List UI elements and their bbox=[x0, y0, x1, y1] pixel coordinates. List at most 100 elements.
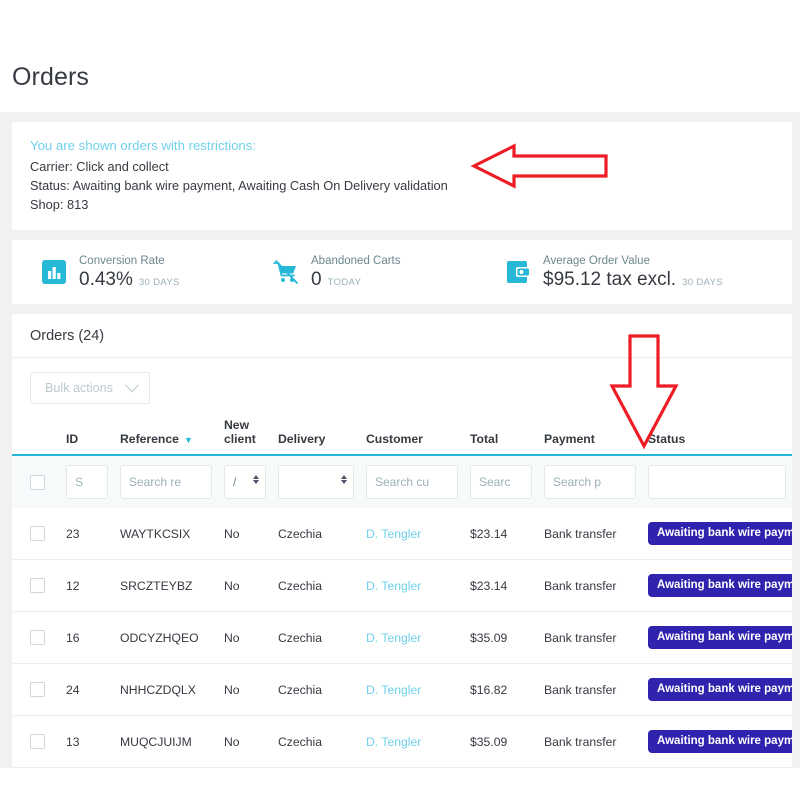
status-badge: Awaiting bank wire payment bbox=[648, 678, 792, 701]
status-badge: Awaiting bank wire payment bbox=[648, 626, 792, 649]
row-checkbox[interactable] bbox=[30, 734, 45, 749]
cell-reference: MUQCJUIJM bbox=[114, 715, 218, 768]
table-row[interactable]: 24 NHHCZDQLX No Czechia D. Tengler $16.8… bbox=[12, 663, 792, 716]
customer-link[interactable]: D. Tengler bbox=[366, 579, 421, 593]
kpi-value: 0.43% bbox=[79, 268, 133, 290]
filter-reference-cell bbox=[114, 455, 218, 508]
kpi-average-order-value[interactable]: Average Order Value $95.12 tax excl. 30 … bbox=[486, 255, 737, 290]
filter-payment-input[interactable] bbox=[544, 465, 636, 499]
filter-new-client-cell: / bbox=[218, 455, 272, 508]
table-row[interactable]: 16 ODCYZHQEO No Czechia D. Tengler $35.0… bbox=[12, 611, 792, 664]
cell-total: $23.14 bbox=[464, 508, 538, 560]
bar-chart-icon bbox=[40, 258, 68, 286]
header-row: ID Reference ▼ New client Delivery Custom… bbox=[12, 414, 792, 456]
kpi-abandoned-carts[interactable]: Abandoned Carts 0 TODAY bbox=[254, 255, 486, 290]
bulk-actions-button[interactable]: Bulk actions bbox=[30, 372, 150, 404]
row-checkbox[interactable] bbox=[30, 682, 45, 697]
kpi-conversion-rate[interactable]: Conversion Rate 0.43% 30 DAYS bbox=[22, 255, 254, 290]
filter-id-cell bbox=[60, 455, 114, 508]
column-header-status[interactable]: Status bbox=[642, 414, 792, 456]
table-row[interactable]: 12 SRCZTEYBZ No Czechia D. Tengler $23.1… bbox=[12, 559, 792, 612]
cell-payment: Bank transfer bbox=[538, 663, 642, 716]
cell-status: Awaiting bank wire payment bbox=[642, 663, 792, 716]
column-header-delivery[interactable]: Delivery bbox=[272, 414, 360, 456]
cell-customer: D. Tengler bbox=[360, 508, 464, 560]
row-select-cell bbox=[12, 508, 60, 560]
cell-payment: Bank transfer bbox=[538, 715, 642, 768]
column-header-select bbox=[12, 414, 60, 456]
filter-id-input[interactable] bbox=[66, 465, 108, 499]
row-select-cell bbox=[12, 663, 60, 716]
row-checkbox[interactable] bbox=[30, 526, 45, 541]
select-all-checkbox[interactable] bbox=[30, 474, 45, 490]
customer-link[interactable]: D. Tengler bbox=[366, 683, 421, 697]
restriction-carrier: Carrier: Click and collect bbox=[30, 159, 169, 174]
row-select-cell bbox=[12, 611, 60, 664]
page-header: Orders bbox=[0, 0, 800, 112]
column-header-payment[interactable]: Payment bbox=[538, 414, 642, 456]
cell-delivery: Czechia bbox=[272, 559, 360, 612]
cell-status: Awaiting bank wire payment bbox=[642, 559, 792, 612]
orders-heading: Orders (24) bbox=[12, 314, 792, 358]
orders-table-body: 23 WAYTKCSIX No Czechia D. Tengler $23.1… bbox=[12, 508, 792, 768]
filter-total-input[interactable] bbox=[470, 465, 532, 499]
kpi-period: TODAY bbox=[327, 276, 362, 288]
cell-delivery: Czechia bbox=[272, 508, 360, 560]
cell-delivery: Czechia bbox=[272, 663, 360, 716]
cell-status: Awaiting bank wire payment bbox=[642, 611, 792, 664]
filter-customer-input[interactable] bbox=[366, 465, 458, 499]
cell-new-client: No bbox=[218, 663, 272, 716]
filter-new-client-select-wrap: / bbox=[224, 465, 266, 499]
chevron-down-icon bbox=[124, 378, 139, 393]
kpi-period: 30 DAYS bbox=[138, 276, 180, 288]
table-row[interactable]: 23 WAYTKCSIX No Czechia D. Tengler $23.1… bbox=[12, 508, 792, 560]
customer-link[interactable]: D. Tengler bbox=[366, 631, 421, 645]
table-row[interactable]: 13 MUQCJUIJM No Czechia D. Tengler $35.0… bbox=[12, 715, 792, 768]
kpi-label: Average Order Value bbox=[543, 254, 650, 267]
cell-payment: Bank transfer bbox=[538, 559, 642, 612]
kpi-value: 0 bbox=[311, 268, 322, 290]
cell-total: $16.82 bbox=[464, 663, 538, 716]
cell-customer: D. Tengler bbox=[360, 715, 464, 768]
cell-id: 23 bbox=[60, 508, 114, 560]
filter-reference-input[interactable] bbox=[120, 465, 212, 499]
content-area: You are shown orders with restrictions: … bbox=[0, 112, 800, 768]
filter-delivery-select[interactable] bbox=[278, 465, 354, 499]
orders-table: ID Reference ▼ New client Delivery Custom… bbox=[12, 414, 792, 768]
filter-row: / bbox=[12, 455, 792, 508]
bulk-actions-label: Bulk actions bbox=[45, 381, 113, 395]
row-select-cell bbox=[12, 715, 60, 768]
table-toolbar: Bulk actions bbox=[12, 358, 792, 414]
cell-total: $23.14 bbox=[464, 559, 538, 612]
kpi-panel: Conversion Rate 0.43% 30 DAYS Abandoned … bbox=[12, 240, 792, 304]
cell-reference: NHHCZDQLX bbox=[114, 663, 218, 716]
kpi-label: Abandoned Carts bbox=[311, 254, 401, 267]
cell-delivery: Czechia bbox=[272, 611, 360, 664]
filter-status-input[interactable] bbox=[648, 465, 786, 499]
column-header-total[interactable]: Total bbox=[464, 414, 538, 456]
cell-id: 24 bbox=[60, 663, 114, 716]
status-badge: Awaiting bank wire payment bbox=[648, 522, 792, 545]
customer-link[interactable]: D. Tengler bbox=[366, 527, 421, 541]
cell-new-client: No bbox=[218, 508, 272, 560]
cell-reference: SRCZTEYBZ bbox=[114, 559, 218, 612]
abandoned-cart-icon bbox=[272, 258, 300, 286]
column-header-customer[interactable]: Customer bbox=[360, 414, 464, 456]
cell-id: 12 bbox=[60, 559, 114, 612]
filter-new-client-select[interactable]: / bbox=[224, 465, 266, 499]
restriction-shop: Shop: 813 bbox=[30, 197, 89, 212]
row-select-cell bbox=[12, 559, 60, 612]
cell-new-client: No bbox=[218, 715, 272, 768]
sort-chevron-down-icon[interactable]: ▼ bbox=[184, 435, 193, 445]
cell-total: $35.09 bbox=[464, 611, 538, 664]
customer-link[interactable]: D. Tengler bbox=[366, 735, 421, 749]
status-badge: Awaiting bank wire payment bbox=[648, 574, 792, 597]
column-header-reference[interactable]: Reference ▼ bbox=[114, 414, 218, 456]
column-header-id[interactable]: ID bbox=[60, 414, 114, 456]
filter-delivery-cell bbox=[272, 455, 360, 508]
row-checkbox[interactable] bbox=[30, 630, 45, 645]
column-header-new-client[interactable]: New client bbox=[218, 414, 272, 456]
orders-table-head: ID Reference ▼ New client Delivery Custom… bbox=[12, 414, 792, 456]
row-checkbox[interactable] bbox=[30, 578, 45, 593]
cell-customer: D. Tengler bbox=[360, 611, 464, 664]
